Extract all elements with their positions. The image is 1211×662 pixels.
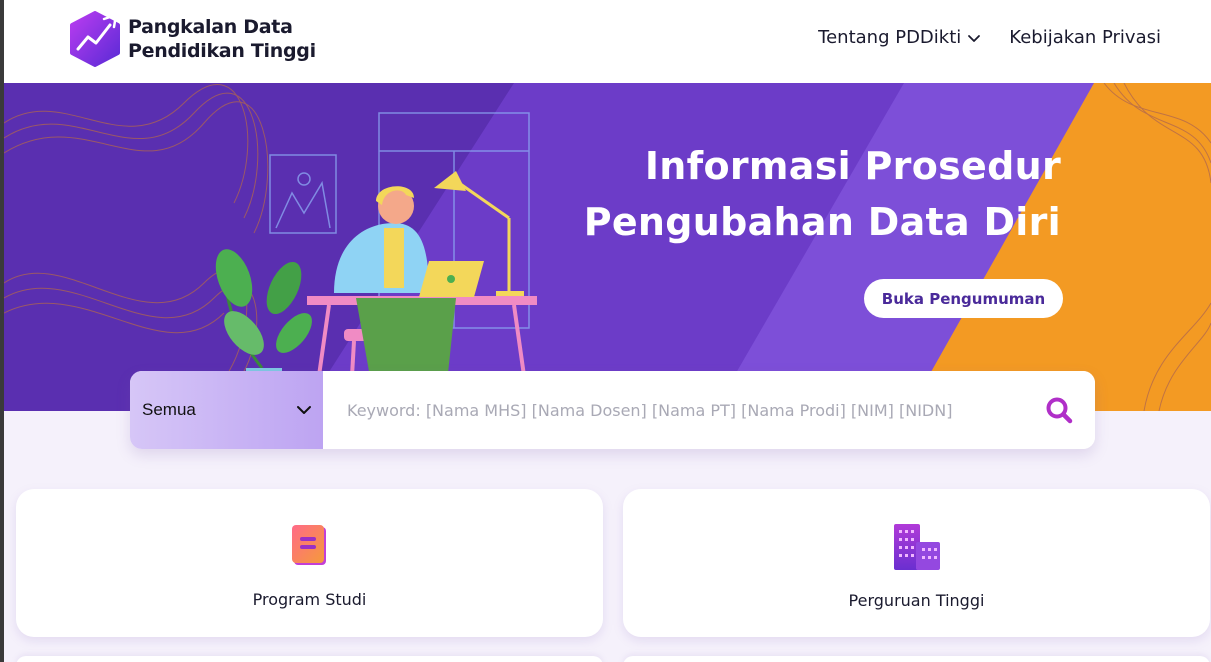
- book-icon: [291, 525, 326, 565]
- search-bar: Semua: [130, 371, 1095, 449]
- banner-title-line-2: Pengubahan Data Diri: [583, 200, 1061, 244]
- search-button[interactable]: [1023, 371, 1095, 449]
- hero-banner[interactable]: Informasi Prosedur Pengubahan Data Diri …: [4, 83, 1211, 411]
- chevron-down-icon: [297, 406, 311, 414]
- card-program-studi[interactable]: Program Studi: [16, 489, 603, 637]
- nav-kebijakan-privasi[interactable]: Kebijakan Privasi: [1009, 27, 1161, 48]
- search-category-value: Semua: [142, 400, 196, 419]
- card-placeholder-left[interactable]: [16, 656, 603, 662]
- nav-tentang-pddikti[interactable]: Tentang PDDikti: [818, 27, 981, 48]
- search-icon: [1046, 397, 1073, 424]
- search-input[interactable]: [323, 371, 1023, 449]
- card-perguruan-tinggi[interactable]: Perguruan Tinggi: [623, 489, 1210, 637]
- nav-kebijakan-label: Kebijakan Privasi: [1009, 27, 1161, 48]
- chevron-down-icon: [968, 34, 981, 42]
- card-label: Perguruan Tinggi: [848, 591, 985, 610]
- building-icon: [893, 524, 940, 570]
- card-label: Program Studi: [252, 590, 367, 609]
- logo-line-1: Pangkalan Data: [128, 16, 293, 38]
- banner-title-line-1: Informasi Prosedur: [644, 144, 1061, 188]
- buka-pengumuman-button[interactable]: Buka Pengumuman: [864, 279, 1063, 318]
- top-navbar: Pangkalan Data Pendidikan Tinggi Tentang…: [4, 0, 1211, 83]
- card-placeholder-right[interactable]: [623, 656, 1210, 662]
- main-nav: Tentang PDDikti Kebijakan Privasi: [818, 27, 1161, 48]
- nav-tentang-label: Tentang PDDikti: [818, 27, 962, 48]
- pddikti-logo-icon[interactable]: [68, 11, 122, 67]
- search-category-select[interactable]: Semua: [130, 371, 323, 449]
- logo-text[interactable]: Pangkalan Data Pendidikan Tinggi: [128, 15, 316, 63]
- logo-line-2: Pendidikan Tinggi: [128, 40, 316, 62]
- banner-title: Informasi Prosedur Pengubahan Data Diri: [584, 138, 1061, 250]
